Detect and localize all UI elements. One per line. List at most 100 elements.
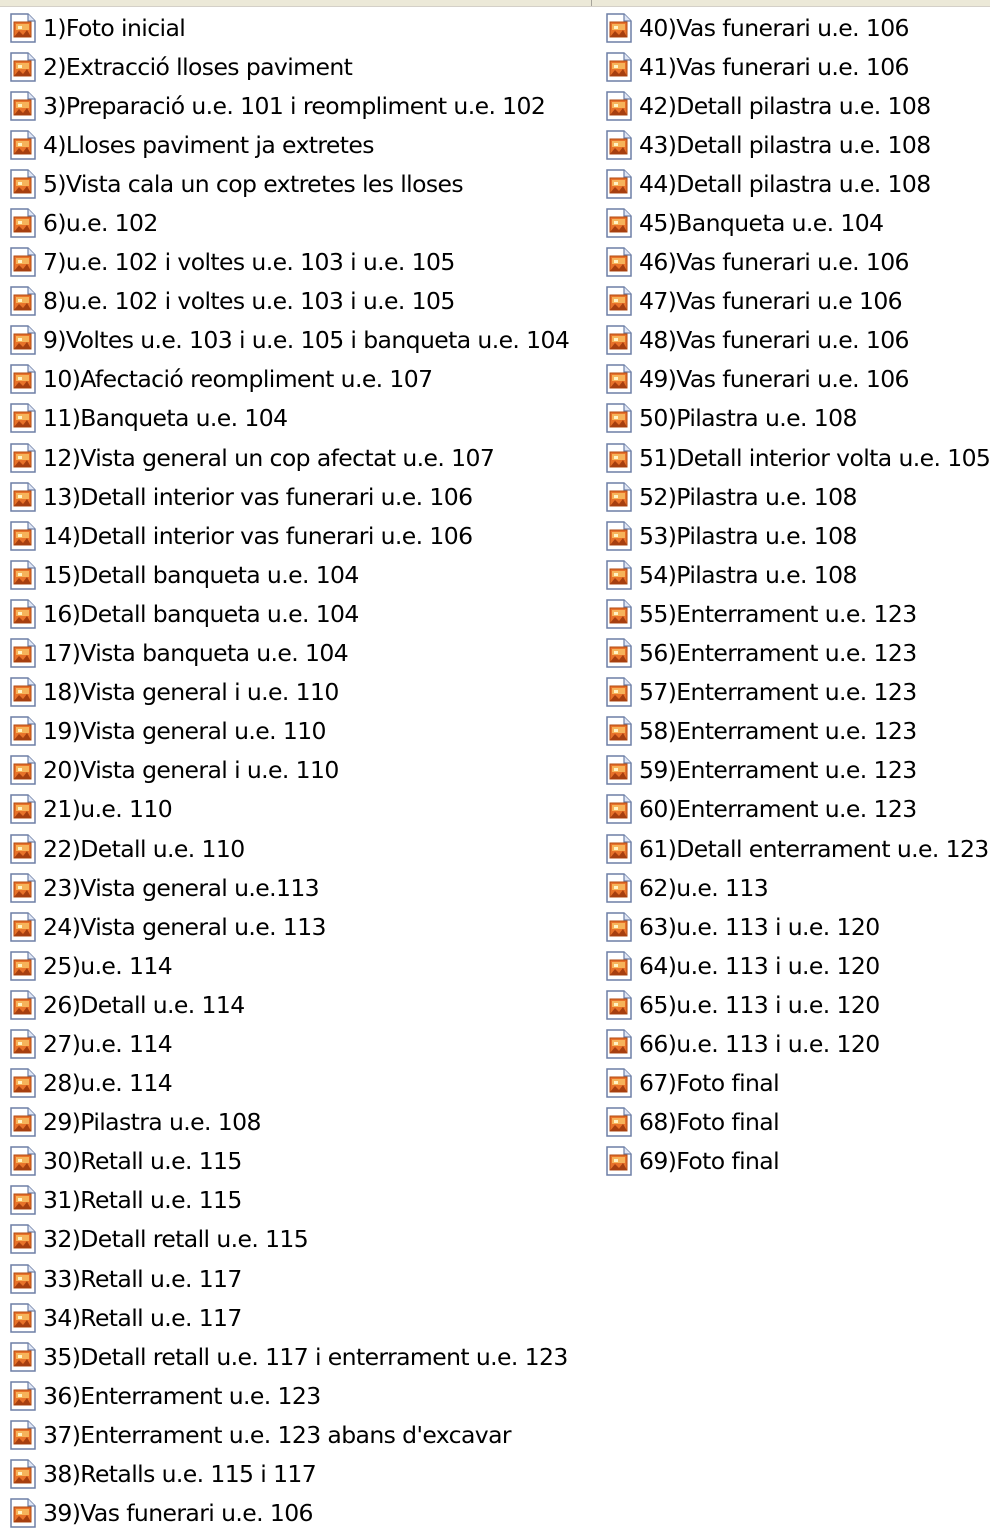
file-item[interactable]: 57)Enterrament u.e. 123 [604, 673, 990, 712]
image-file-icon [8, 1107, 37, 1137]
file-name: 16)Detall banqueta u.e. 104 [43, 599, 359, 628]
column-separator[interactable] [591, 0, 592, 6]
file-item[interactable]: 35)Detall retall u.e. 117 i enterrament … [8, 1337, 569, 1376]
file-item[interactable]: 49)Vas funerari u.e. 106 [604, 360, 990, 399]
file-name: 69)Foto final [639, 1147, 780, 1176]
column-header-bar [0, 0, 990, 7]
image-file-icon [604, 12, 633, 43]
file-item[interactable]: 5)Vista cala un cop extretes les lloses [8, 164, 569, 203]
image-file-icon [8, 560, 37, 590]
file-item[interactable]: 38)Retalls u.e. 115 i 117 [8, 1454, 569, 1493]
file-item[interactable]: 55)Enterrament u.e. 123 [604, 594, 990, 633]
file-item[interactable]: 7)u.e. 102 i voltes u.e. 103 i u.e. 105 [8, 243, 569, 282]
file-item[interactable]: 18)Vista general i u.e. 110 [8, 673, 569, 712]
file-item[interactable]: 48)Vas funerari u.e. 106 [604, 321, 990, 360]
file-item[interactable]: 43)Detall pilastra u.e. 108 [604, 125, 990, 164]
file-item[interactable]: 42)Detall pilastra u.e. 108 [604, 86, 990, 125]
file-item[interactable]: 40)Vas funerari u.e. 106 [604, 8, 990, 47]
file-item[interactable]: 29)Pilastra u.e. 108 [8, 1103, 569, 1142]
file-item[interactable]: 15)Detall banqueta u.e. 104 [8, 555, 569, 594]
file-item[interactable]: 64)u.e. 113 i u.e. 120 [604, 946, 990, 985]
file-name: 32)Detall retall u.e. 115 [43, 1225, 309, 1254]
file-item[interactable]: 56)Enterrament u.e. 123 [604, 634, 990, 673]
file-item[interactable]: 45)Banqueta u.e. 104 [604, 203, 990, 242]
file-item[interactable]: 11)Banqueta u.e. 104 [8, 399, 569, 438]
file-item[interactable]: 10)Afectació reompliment u.e. 107 [8, 360, 569, 399]
file-item[interactable]: 3)Preparació u.e. 101 i reompliment u.e.… [8, 86, 569, 125]
file-name: 58)Enterrament u.e. 123 [639, 717, 917, 746]
image-file-icon [8, 286, 37, 316]
file-item[interactable]: 58)Enterrament u.e. 123 [604, 712, 990, 751]
file-item[interactable]: 31)Retall u.e. 115 [8, 1181, 569, 1220]
file-item[interactable]: 62)u.e. 113 [604, 868, 990, 907]
file-item[interactable]: 22)Detall u.e. 110 [8, 829, 569, 868]
file-name: 25)u.e. 114 [43, 951, 173, 980]
file-name: 27)u.e. 114 [43, 1029, 173, 1058]
file-item[interactable]: 63)u.e. 113 i u.e. 120 [604, 907, 990, 946]
file-item[interactable]: 69)Foto final [604, 1142, 990, 1181]
file-item[interactable]: 54)Pilastra u.e. 108 [604, 555, 990, 594]
file-item[interactable]: 23)Vista general u.e.113 [8, 868, 569, 907]
file-item[interactable]: 21)u.e. 110 [8, 790, 569, 829]
file-name: 51)Detall interior volta u.e. 105 [639, 443, 990, 472]
file-item[interactable]: 19)Vista general u.e. 110 [8, 712, 569, 751]
image-file-icon [8, 1224, 37, 1255]
file-item[interactable]: 66)u.e. 113 i u.e. 120 [604, 1024, 990, 1063]
file-name: 63)u.e. 113 i u.e. 120 [639, 912, 880, 941]
file-item[interactable]: 32)Detall retall u.e. 115 [8, 1220, 569, 1259]
image-file-icon [8, 911, 37, 942]
file-item[interactable]: 28)u.e. 114 [8, 1064, 569, 1103]
file-item[interactable]: 41)Vas funerari u.e. 106 [604, 47, 990, 86]
file-item[interactable]: 17)Vista banqueta u.e. 104 [8, 634, 569, 673]
file-item[interactable]: 39)Vas funerari u.e. 106 [8, 1494, 569, 1533]
file-item[interactable]: 26)Detall u.e. 114 [8, 985, 569, 1024]
file-item[interactable]: 20)Vista general i u.e. 110 [8, 751, 569, 790]
image-file-icon [8, 1146, 37, 1177]
file-item[interactable]: 8)u.e. 102 i voltes u.e. 103 i u.e. 105 [8, 282, 569, 321]
file-item[interactable]: 16)Detall banqueta u.e. 104 [8, 594, 569, 633]
file-item[interactable]: 50)Pilastra u.e. 108 [604, 399, 990, 438]
file-name: 21)u.e. 110 [43, 795, 173, 824]
file-item[interactable]: 60)Enterrament u.e. 123 [604, 790, 990, 829]
file-item[interactable]: 9)Voltes u.e. 103 i u.e. 105 i banqueta … [8, 321, 570, 360]
file-item[interactable]: 67)Foto final [604, 1064, 990, 1103]
file-name: 46)Vas funerari u.e. 106 [639, 248, 910, 277]
image-file-icon [8, 1068, 37, 1098]
image-file-icon [8, 990, 37, 1020]
file-item[interactable]: 30)Retall u.e. 115 [8, 1142, 569, 1181]
image-file-icon [604, 677, 633, 707]
image-file-icon [8, 364, 37, 395]
file-item[interactable]: 12)Vista general un cop afectat u.e. 107 [8, 438, 569, 477]
file-name: 65)u.e. 113 i u.e. 120 [639, 990, 880, 1019]
file-item[interactable]: 34)Retall u.e. 117 [8, 1298, 569, 1337]
file-item[interactable]: 2)Extracció lloses paviment [8, 47, 569, 86]
file-item[interactable]: 47)Vas funerari u.e 106 [604, 282, 990, 321]
file-item[interactable]: 33)Retall u.e. 117 [8, 1259, 569, 1298]
file-item[interactable]: 14)Detall interior vas funerari u.e. 106 [8, 516, 569, 555]
file-item[interactable]: 53)Pilastra u.e. 108 [604, 516, 990, 555]
file-item[interactable]: 27)u.e. 114 [8, 1024, 569, 1063]
file-item[interactable]: 51)Detall interior volta u.e. 105 [604, 438, 990, 477]
file-name: 31)Retall u.e. 115 [43, 1186, 242, 1215]
file-item[interactable]: 6)u.e. 102 [8, 203, 569, 242]
file-item[interactable]: 44)Detall pilastra u.e. 108 [604, 164, 990, 203]
file-item[interactable]: 25)u.e. 114 [8, 946, 569, 985]
file-item[interactable]: 46)Vas funerari u.e. 106 [604, 243, 990, 282]
file-name: 9)Voltes u.e. 103 i u.e. 105 i banqueta … [43, 326, 570, 355]
file-name: 4)Lloses paviment ja extretes [43, 130, 375, 159]
file-item[interactable]: 36)Enterrament u.e. 123 [8, 1376, 569, 1415]
file-item[interactable]: 52)Pilastra u.e. 108 [604, 477, 990, 516]
file-item[interactable]: 1)Foto inicial [8, 8, 569, 47]
file-item[interactable]: 59)Enterrament u.e. 123 [604, 751, 990, 790]
file-name: 12)Vista general un cop afectat u.e. 107 [43, 443, 495, 472]
file-name: 50)Pilastra u.e. 108 [639, 404, 857, 433]
file-name: 53)Pilastra u.e. 108 [639, 521, 857, 550]
file-item[interactable]: 13)Detall interior vas funerari u.e. 106 [8, 477, 569, 516]
file-name: 35)Detall retall u.e. 117 i enterrament … [43, 1342, 568, 1371]
file-item[interactable]: 37)Enterrament u.e. 123 abans d'excavar [8, 1415, 569, 1454]
file-item[interactable]: 4)Lloses paviment ja extretes [8, 125, 569, 164]
file-item[interactable]: 24)Vista general u.e. 113 [8, 907, 569, 946]
file-item[interactable]: 68)Foto final [604, 1103, 990, 1142]
file-item[interactable]: 65)u.e. 113 i u.e. 120 [604, 985, 990, 1024]
file-item[interactable]: 61)Detall enterrament u.e. 123 [604, 829, 990, 868]
